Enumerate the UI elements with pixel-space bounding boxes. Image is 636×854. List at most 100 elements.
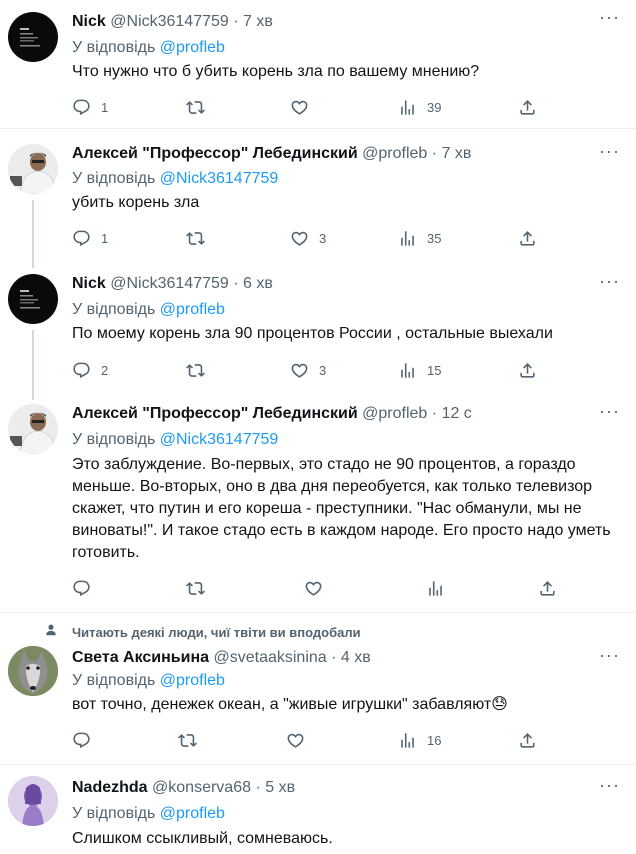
share-button[interactable] — [518, 730, 537, 750]
retweet-icon — [178, 731, 197, 750]
more-icon[interactable]: ··· — [599, 272, 620, 290]
mention-link[interactable]: @profleb — [160, 301, 225, 318]
share-icon — [518, 229, 537, 248]
user-handle[interactable]: @profleb — [362, 405, 427, 422]
timestamp[interactable]: 7 хв — [243, 13, 273, 30]
share-button[interactable] — [518, 97, 537, 117]
heart-icon — [304, 579, 323, 598]
like-button[interactable]: 3 — [290, 228, 326, 248]
mention-link[interactable]: @profleb — [160, 672, 225, 689]
retweet-button[interactable] — [186, 578, 215, 598]
like-button[interactable] — [304, 578, 333, 598]
thread-line — [32, 330, 34, 400]
retweet-button[interactable] — [186, 97, 215, 117]
views-icon — [398, 229, 417, 248]
mention-link[interactable]: @profleb — [160, 805, 225, 822]
display-name[interactable]: Алексей "Профессор" Лебединский — [72, 405, 358, 422]
tweet-header: Света Аксиньина @svetaaksinina · 4 хв — [72, 648, 371, 668]
timestamp[interactable]: 6 хв — [243, 275, 273, 292]
mention-link[interactable]: @Nick36147759 — [160, 431, 279, 448]
tweet-text: Слишком ссыкливый, сомневаюсь. — [72, 830, 333, 847]
avatar[interactable] — [8, 646, 58, 696]
thread-line — [32, 200, 34, 268]
user-handle[interactable]: @konserva68 — [152, 779, 251, 796]
share-button[interactable] — [538, 578, 557, 598]
tweet[interactable]: Nick @Nick36147759 · 6 хв ··· У відповід… — [0, 268, 636, 400]
display-name[interactable]: Nick — [72, 13, 106, 30]
separator-dot: · — [431, 405, 438, 422]
reply-context: У відповідь @Nick36147759 — [72, 430, 278, 450]
tweet-text: убить корень зла — [72, 194, 200, 211]
tweet[interactable]: Алексей "Профессор" Лебединский @profleb… — [0, 400, 636, 610]
display-name[interactable]: Nadezhda — [72, 779, 148, 796]
tweet[interactable]: Света Аксиньина @svetaaksinina · 4 хв ··… — [0, 644, 636, 762]
tweet-text: Что нужно что б убить корень зла по ваше… — [72, 63, 480, 80]
tweet-header: Nadezhda @konserva68 · 5 хв — [72, 778, 295, 798]
more-icon[interactable]: ··· — [599, 776, 620, 794]
views-button[interactable]: 15 — [398, 360, 441, 380]
share-button[interactable] — [518, 360, 537, 380]
tweet-header: Nick @Nick36147759 · 7 хв — [72, 12, 273, 32]
reply-button[interactable]: 1 — [72, 97, 108, 117]
reply-count: 1 — [101, 230, 109, 246]
view-count: 16 — [427, 732, 442, 748]
views-button[interactable] — [426, 578, 455, 598]
views-icon — [398, 731, 417, 750]
retweet-button[interactable] — [178, 730, 207, 750]
separator-dot: · — [233, 13, 239, 30]
reply-count: 2 — [101, 362, 109, 378]
reply-button[interactable]: 1 — [72, 228, 108, 248]
like-button[interactable] — [290, 97, 319, 117]
views-button[interactable]: 16 — [398, 730, 441, 750]
reply-button[interactable] — [72, 730, 101, 750]
divider — [0, 764, 636, 765]
retweet-button[interactable] — [186, 228, 215, 248]
share-icon — [538, 579, 557, 598]
more-icon[interactable]: ··· — [599, 142, 620, 160]
avatar[interactable] — [8, 776, 58, 826]
timestamp[interactable]: 5 хв — [265, 779, 295, 796]
reply-context: У відповідь @profleb — [72, 38, 225, 58]
heart-icon — [290, 361, 309, 380]
views-button[interactable]: 35 — [398, 228, 441, 248]
more-icon[interactable]: ··· — [599, 402, 620, 420]
tweet[interactable]: Nadezhda @konserva68 · 5 хв ··· У відпов… — [0, 774, 636, 854]
like-button[interactable]: 3 — [290, 360, 326, 380]
separator-dot: · — [331, 649, 337, 666]
tweet-header: Алексей "Профессор" Лебединский @profleb… — [72, 144, 471, 164]
mention-link[interactable]: @Nick36147759 — [160, 170, 279, 187]
reply-button[interactable]: 2 — [72, 360, 108, 380]
user-handle[interactable]: @svetaaksinina — [213, 649, 326, 666]
share-icon — [518, 731, 537, 750]
avatar[interactable] — [8, 12, 58, 62]
retweet-button[interactable] — [186, 360, 215, 380]
tweet-header: Nick @Nick36147759 · 6 хв — [72, 274, 273, 294]
user-handle[interactable]: @profleb — [362, 145, 427, 162]
reply-button[interactable] — [72, 578, 101, 598]
tweet[interactable]: Nick @Nick36147759 · 7 хв ··· У відповід… — [0, 0, 636, 124]
display-name[interactable]: Nick — [72, 275, 106, 292]
more-icon[interactable]: ··· — [599, 8, 620, 26]
user-handle[interactable]: @Nick36147759 — [110, 13, 229, 30]
tweet-text: По моему корень зла 90 процентов России … — [72, 325, 553, 342]
timestamp[interactable]: 7 хв — [442, 145, 472, 162]
like-button[interactable] — [286, 730, 315, 750]
action-bar: 16 — [72, 730, 552, 750]
reply-prefix: У відповідь — [72, 170, 156, 187]
avatar[interactable] — [8, 274, 58, 324]
mention-link[interactable]: @profleb — [160, 39, 225, 56]
share-button[interactable] — [518, 228, 537, 248]
user-handle[interactable]: @Nick36147759 — [110, 275, 229, 292]
display-name[interactable]: Света Аксиньина — [72, 649, 209, 666]
avatar[interactable] — [8, 144, 58, 194]
divider — [0, 612, 636, 613]
timestamp[interactable]: 12 с — [442, 405, 472, 422]
avatar[interactable] — [8, 404, 58, 454]
more-icon[interactable]: ··· — [599, 646, 620, 664]
social-context: Читають деякі люди, чиї твіти ви вподоба… — [72, 625, 361, 640]
display-name[interactable]: Алексей "Профессор" Лебединский — [72, 145, 358, 162]
views-button[interactable]: 39 — [398, 97, 441, 117]
tweet[interactable]: Алексей "Профессор" Лебединский @profleb… — [0, 140, 636, 268]
timestamp[interactable]: 4 хв — [341, 649, 371, 666]
views-icon — [398, 98, 417, 117]
